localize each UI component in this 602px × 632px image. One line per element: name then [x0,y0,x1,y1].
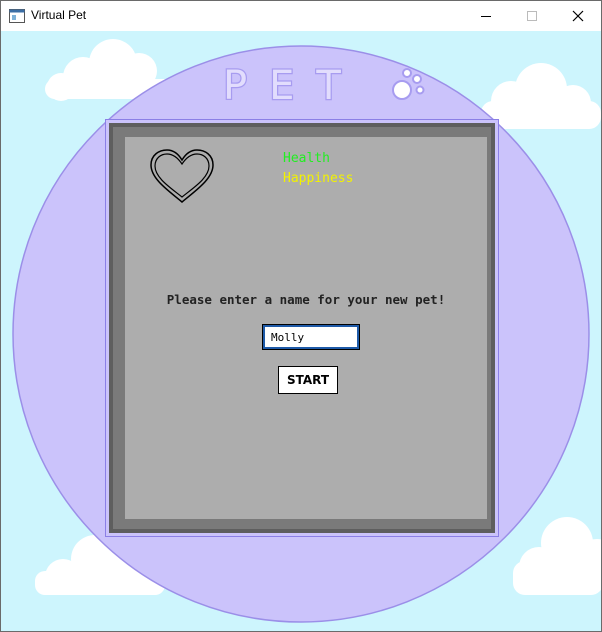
pet-name-input[interactable] [262,324,360,350]
cloud-bottom-right [513,517,601,595]
minimize-button[interactable] [463,1,509,31]
close-button[interactable] [555,1,601,31]
screen-bevel: Health Happiness Please enter a name for… [113,127,491,529]
title-bar[interactable]: Virtual Pet [1,1,601,31]
heart-icon [150,149,214,203]
screen-frame: Health Happiness Please enter a name for… [109,123,495,533]
happiness-label: Happiness [283,171,354,186]
name-prompt: Please enter a name for your new pet! [166,292,446,307]
close-icon [572,10,584,22]
app-window: Virtual Pet PET PET Health Happiness Ple… [0,0,602,632]
maximize-button[interactable] [509,1,555,31]
cloud-top-right [481,63,601,129]
health-label: Health [283,151,330,166]
client-area: PET PET Health Happiness Please enter a … [1,31,601,631]
start-button[interactable]: START [278,366,338,394]
app-window-icon [9,9,25,23]
game-screen: Health Happiness Please enter a name for… [105,119,499,537]
pet-logo-fill: PET [223,63,363,109]
content-panel: Health Happiness Please enter a name for… [125,137,487,519]
minimize-icon [481,16,491,17]
window-title: Virtual Pet [31,8,87,22]
maximize-icon [527,11,537,21]
